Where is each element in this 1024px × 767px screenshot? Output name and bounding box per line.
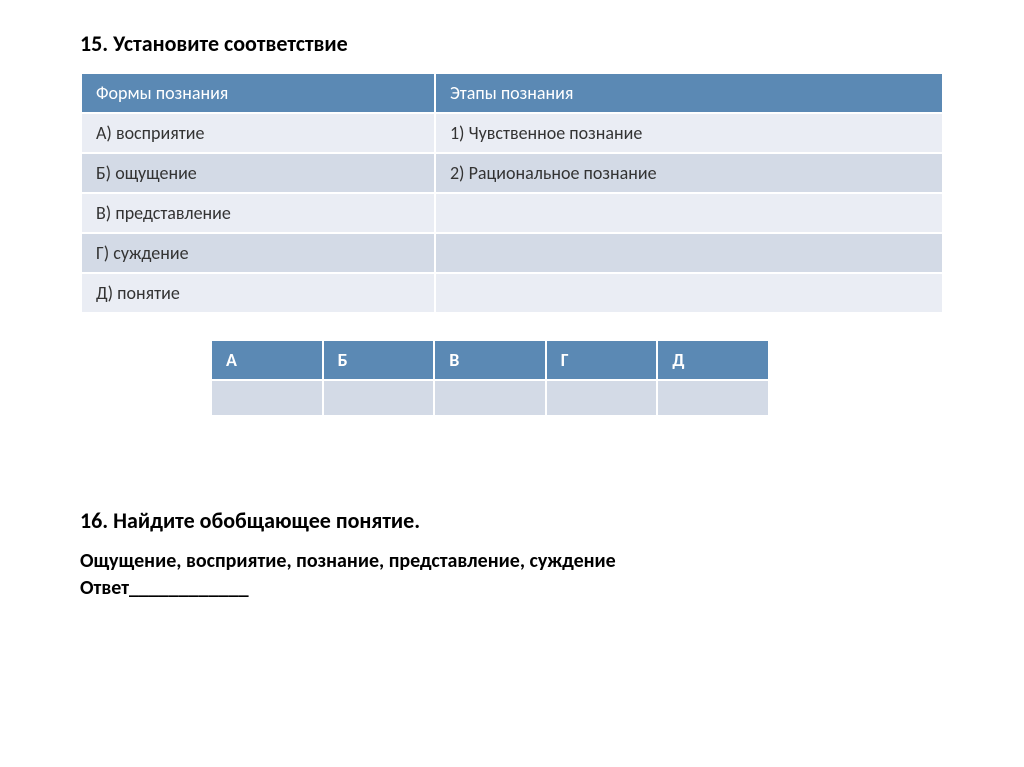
answer-header: Б: [323, 340, 435, 380]
table-row: В) представление: [81, 193, 943, 233]
cell-left: Д) понятие: [81, 273, 435, 313]
table-row: Д) понятие: [81, 273, 943, 313]
header-forms: Формы познания: [81, 73, 435, 113]
q16-prompt: Ощущение, восприятие, познание, представ…: [80, 549, 944, 573]
q15-title: 15. Установите соответствие: [80, 30, 944, 57]
table-row: Б) ощущение 2) Рациональное познание: [81, 153, 943, 193]
answer-header: Г: [546, 340, 658, 380]
cell-right: [435, 193, 943, 233]
cell-right: 2) Рациональное познание: [435, 153, 943, 193]
cell-right: 1) Чувственное познание: [435, 113, 943, 153]
cell-left: Г) суждение: [81, 233, 435, 273]
answer-cell[interactable]: [211, 380, 323, 416]
header-stages: Этапы познания: [435, 73, 943, 113]
cell-left: А) восприятие: [81, 113, 435, 153]
cell-left: В) представление: [81, 193, 435, 233]
table-row: А) восприятие 1) Чувственное познание: [81, 113, 943, 153]
cell-right: [435, 233, 943, 273]
answer-cell[interactable]: [434, 380, 546, 416]
answer-cell[interactable]: [657, 380, 769, 416]
table-row: Г) суждение: [81, 233, 943, 273]
match-table: Формы познания Этапы познания А) восприя…: [80, 72, 944, 314]
cell-left: Б) ощущение: [81, 153, 435, 193]
answer-row: [211, 380, 769, 416]
answer-header: Д: [657, 340, 769, 380]
cell-right: [435, 273, 943, 313]
answer-table: А Б В Г Д: [210, 339, 770, 417]
answer-header: В: [434, 340, 546, 380]
q16-answer-line[interactable]: Ответ____________: [80, 576, 944, 600]
answer-cell[interactable]: [546, 380, 658, 416]
answer-cell[interactable]: [323, 380, 435, 416]
q16-title: 16. Найдите обобщающее понятие.: [80, 507, 944, 534]
answer-header: А: [211, 340, 323, 380]
